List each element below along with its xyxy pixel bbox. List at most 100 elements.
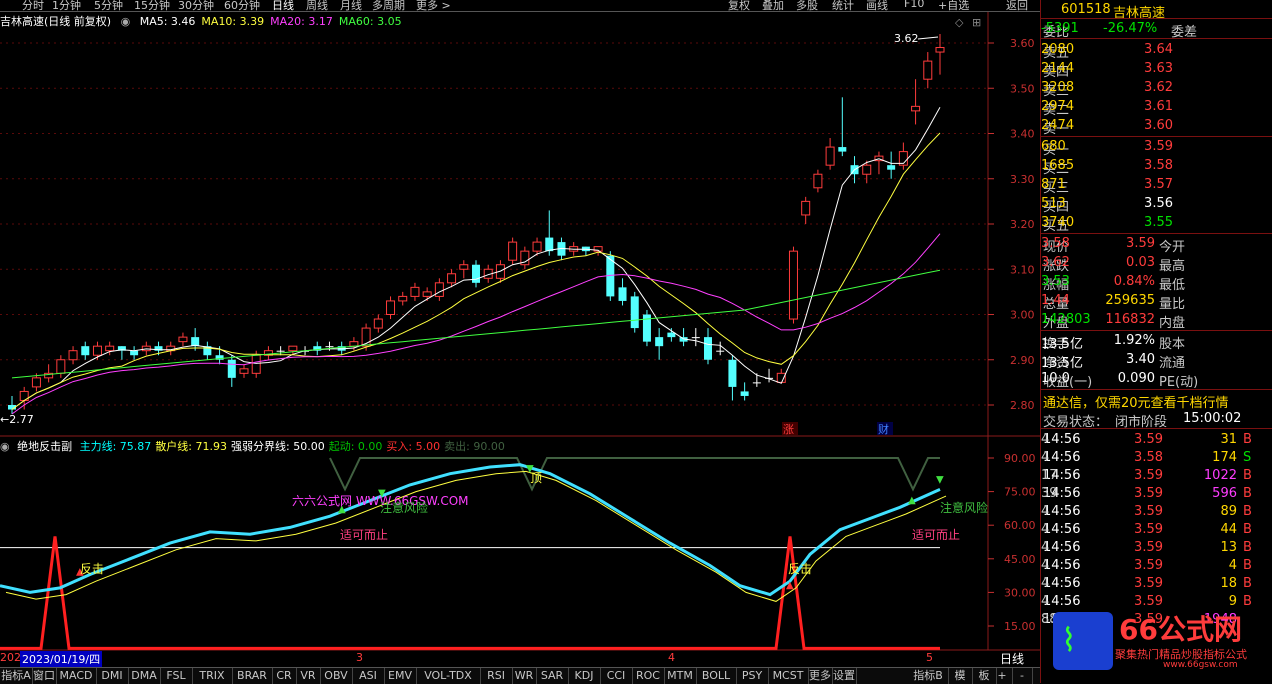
price-axis-label: 3.40	[1010, 128, 1035, 141]
quote-row: 买五 3.55 3740	[1041, 213, 1272, 234]
ask-price: 3.60	[1144, 118, 1173, 133]
indicator-tab[interactable]: ROC	[632, 668, 665, 684]
indicator-tab[interactable]: SAR	[536, 668, 569, 684]
quote-row: 通达信，仅需20元查看千档行情	[1041, 390, 1272, 411]
indicator-dot-icon[interactable]: ◉	[0, 440, 10, 453]
indicator-tab[interactable]: MTM	[664, 668, 697, 684]
stat-value: 259635	[1105, 293, 1155, 308]
quote-row: 买三 3.57 871	[1041, 175, 1272, 196]
candle-body-up	[508, 241, 518, 261]
stat-value: 3.53	[1041, 274, 1070, 289]
indicator-tab[interactable]: MACD	[56, 668, 97, 684]
sub-axis-label: 30.00	[1004, 586, 1036, 599]
quote-row: 601518 吉林高速	[1041, 0, 1272, 21]
stat-value: 116832	[1105, 312, 1155, 327]
retail-line	[5, 470, 947, 602]
candle-body-up	[251, 354, 261, 374]
indicator-annotation: 适可而止	[912, 528, 960, 542]
indicator-tab[interactable]: 指标A	[0, 668, 33, 684]
quote-row: 14:56 3.59 4 B 4	[1041, 556, 1272, 574]
candle-body-up	[459, 264, 469, 270]
quote-row: 交易状态： 闭市阶段 15:00:02	[1041, 409, 1272, 430]
tick-count: 4	[1041, 540, 1050, 555]
ask-price: 3.64	[1144, 42, 1173, 57]
tick-volume: 174	[1212, 450, 1237, 465]
logo-pulse-icon: ⌇	[1061, 621, 1077, 659]
bid-volume: 513	[1041, 196, 1066, 211]
indicator-tab[interactable]: DMI	[96, 668, 129, 684]
indicator-tab[interactable]: TRIX	[192, 668, 233, 684]
indicator-tab[interactable]: MCST	[768, 668, 809, 684]
price-axis-label: 3.60	[1010, 37, 1035, 50]
candle-body-up	[788, 250, 798, 320]
candle-body-down	[667, 332, 676, 338]
candle-body-up	[434, 282, 444, 297]
event-marker: 涨	[783, 423, 794, 436]
indicator-tab[interactable]: RSI	[480, 668, 513, 684]
month-mark: 5	[926, 651, 933, 664]
price-chart-canvas[interactable]: 3.60 3.50 3.40 3.30 3.20 3.10 3.00 2.90 2.80 3.62…	[0, 0, 1040, 683]
ask-volume: 3208	[1041, 80, 1075, 95]
candle-body-up	[386, 300, 396, 315]
indicator-tab[interactable]: 窗口	[32, 668, 57, 684]
tick-price: 3.59	[1134, 504, 1163, 519]
ask-volume: 2080	[1041, 42, 1075, 57]
indicator-annotation: 注意风险	[940, 500, 988, 515]
indicator-tab[interactable]: VOL-TDX	[416, 668, 481, 684]
sub-axis-label: 75.00	[1004, 486, 1036, 499]
indicator-tab[interactable]: BOLL	[696, 668, 737, 684]
candle-doji	[691, 337, 700, 339]
candle-body-up	[422, 291, 432, 297]
tick-count: 4	[1041, 432, 1050, 447]
indicator-tab[interactable]: VR	[296, 668, 321, 684]
stat-value: 3.62	[1041, 255, 1070, 270]
indicator-tab[interactable]: CR	[272, 668, 297, 684]
remove-icon[interactable]: -	[1012, 668, 1033, 684]
tick-count: 4	[1041, 558, 1050, 573]
bid-price: 3.59	[1144, 139, 1173, 154]
tick-side: B	[1243, 432, 1252, 447]
candle-body-up	[911, 105, 921, 112]
period-label[interactable]: 日线	[1000, 650, 1024, 667]
quote-row: 卖三 3.62 3208	[1041, 78, 1272, 99]
quote-row: 收益(一) 0.090 PE(动) 10.0	[1041, 369, 1272, 390]
indicator-tab[interactable]: EMV	[384, 668, 417, 684]
quote-row: 14:56 3.59 1022 B 17	[1041, 466, 1272, 484]
add-icon[interactable]: +	[992, 668, 1013, 684]
indicator-tab[interactable]: PSY	[736, 668, 769, 684]
indicator-value-label: 强弱分界线: 50.00	[231, 440, 325, 453]
sub-axis-label: 60.00	[1004, 519, 1036, 532]
indicator-tab[interactable]: 指标B	[908, 668, 949, 684]
tick-side: B	[1243, 558, 1252, 573]
indicator-value-label: 主力线: 75.87	[79, 440, 152, 453]
price-axis-label: 3.00	[1010, 309, 1035, 322]
logo-text: 66公式网	[1119, 613, 1242, 646]
ask-price: 3.61	[1144, 99, 1173, 114]
indicator-value-label: 买入: 5.00	[386, 440, 441, 453]
tick-volume: 596	[1212, 486, 1237, 501]
tick-count: 4	[1041, 576, 1050, 591]
month-mark: 4	[668, 651, 675, 664]
indicator-tab[interactable]: FSL	[160, 668, 193, 684]
indicator-tab[interactable]: DMA	[128, 668, 161, 684]
indicator-tab[interactable]: WR	[512, 668, 537, 684]
quote-row: 委比 -26.47% 委差 -5391	[1041, 19, 1272, 40]
indicator-tab[interactable]: ASI	[352, 668, 385, 684]
indicator-tab[interactable]: BRAR	[232, 668, 273, 684]
quote-panel: 601518 吉林高速 委比 -26.47% 委差 -5391 卖五 3.64 2080 卖四 3.…	[1040, 0, 1272, 683]
indicator-tab[interactable]: KDJ	[568, 668, 601, 684]
ask-volume: 2974	[1041, 99, 1075, 114]
candle-body-up	[288, 345, 298, 352]
ask-volume: 2144	[1041, 61, 1075, 76]
indicator-tab[interactable]: 模	[948, 668, 973, 684]
indicator-tab[interactable]: 设置	[832, 668, 857, 684]
sub-axis-label: 15.00	[1004, 620, 1036, 633]
quote-row: 外盘 116832 内盘 142803	[1041, 310, 1272, 331]
candle-body-up	[239, 368, 249, 374]
indicator-tab[interactable]: 更多	[808, 668, 833, 684]
indicator-tab[interactable]: CCI	[600, 668, 633, 684]
quote-row: 换手 1.92% 股本 13.5亿	[1041, 331, 1272, 352]
tick-side: B	[1243, 468, 1252, 483]
weibi-value: -26.47%	[1103, 21, 1158, 36]
indicator-tab[interactable]: OBV	[320, 668, 353, 684]
